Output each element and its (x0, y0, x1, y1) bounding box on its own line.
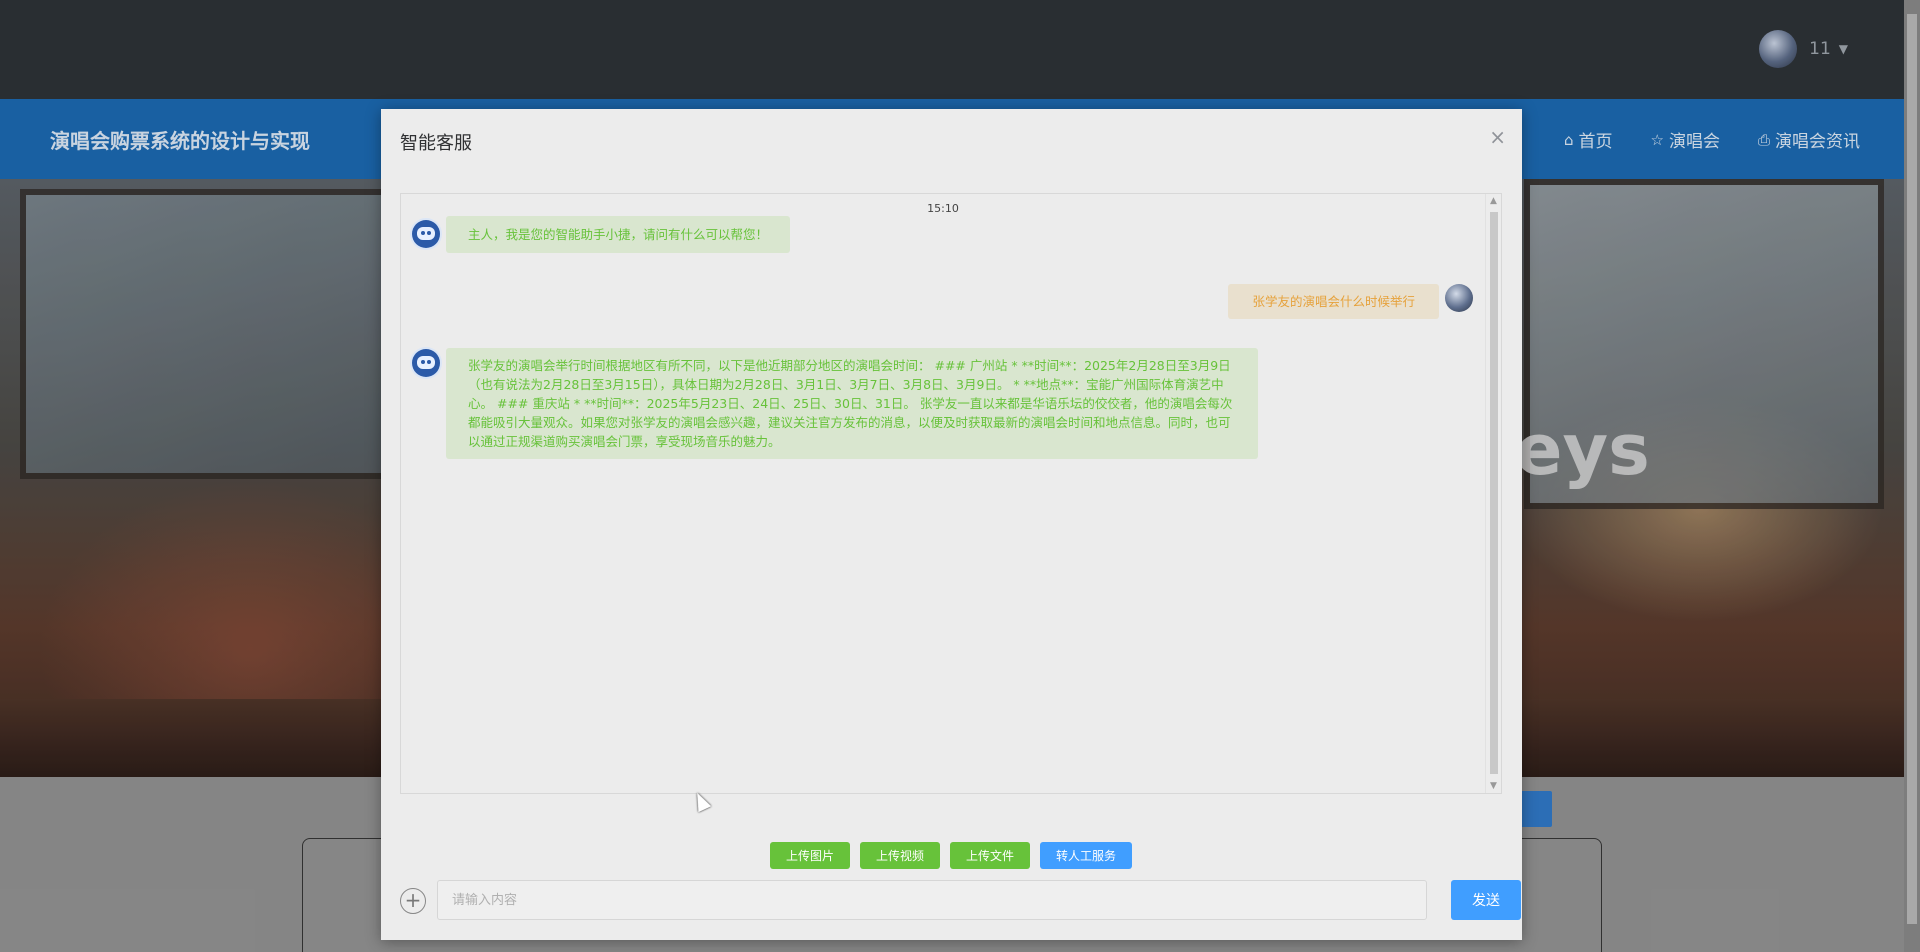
chat-dialog: 智能客服 × 15:10 主人，我是您的智能助手小捷，请问有什么可以帮您！ 张学… (381, 109, 1522, 940)
chat-timestamp: 15:10 (927, 202, 959, 215)
page-scrollbar-thumb[interactable] (1907, 14, 1917, 924)
upload-image-button[interactable]: 上传图片 (770, 842, 851, 869)
bot-avatar (412, 349, 440, 377)
plus-circle-icon[interactable]: + (400, 888, 426, 914)
scroll-up-icon[interactable]: ▲ (1490, 196, 1497, 206)
upload-video-button[interactable]: 上传视频 (860, 842, 941, 869)
upload-file-button[interactable]: 上传文件 (950, 842, 1031, 869)
chat-scrollbar[interactable]: ▲ ▼ (1485, 194, 1501, 793)
page-scrollbar[interactable] (1904, 0, 1920, 952)
robot-icon (417, 227, 435, 240)
dialog-title: 智能客服 (400, 133, 472, 154)
close-icon[interactable]: × (1489, 125, 1506, 149)
scroll-down-icon[interactable]: ▼ (1490, 781, 1497, 791)
message-input[interactable] (437, 880, 1427, 920)
user-message: 张学友的演唱会什么时候举行 (1228, 284, 1439, 319)
user-avatar (1445, 284, 1473, 312)
robot-icon (417, 356, 435, 369)
page: 11 ▼ 演唱会购票系统的设计与实现 ⌂ 首页 ☆ 演唱会 ⎙ 演唱会资讯 ey… (0, 0, 1920, 952)
chat-tools: 上传图片 上传视频 上传文件 转人工服务 (770, 842, 1133, 869)
send-button[interactable]: 发送 (1451, 880, 1521, 920)
chat-input-row: + 发送 (400, 880, 1521, 920)
bot-message: 张学友的演唱会举行时间根据地区有所不同，以下是他近期部分地区的演唱会时间： ##… (446, 348, 1258, 459)
bot-avatar (412, 220, 440, 248)
chat-scrollbar-thumb[interactable] (1490, 212, 1498, 774)
bot-message: 主人，我是您的智能助手小捷，请问有什么可以帮您！ (446, 216, 791, 253)
chat-history[interactable]: 15:10 主人，我是您的智能助手小捷，请问有什么可以帮您！ 张学友的演唱会什么… (400, 193, 1502, 794)
human-service-button[interactable]: 转人工服务 (1040, 842, 1133, 869)
